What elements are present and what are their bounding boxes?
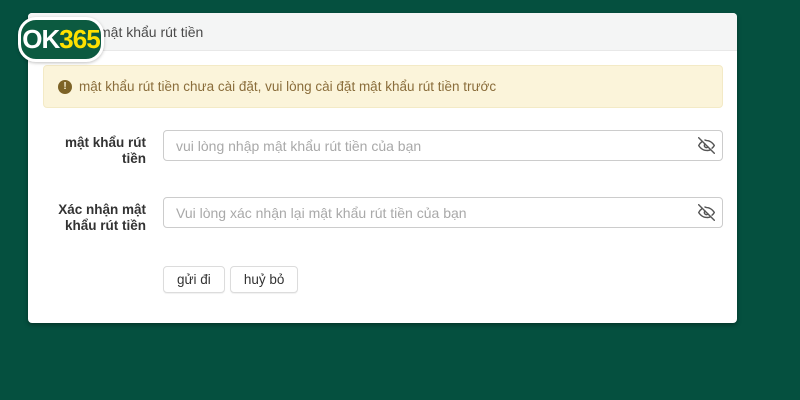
password-field-row: mật khẩu rút tiền (43, 130, 723, 167)
exclamation-circle-icon: ! (58, 80, 72, 94)
confirm-password-field-row: Xác nhận mật khẩu rút tiền (43, 197, 723, 234)
cancel-button[interactable]: huỷ bỏ (230, 266, 299, 293)
withdrawal-password-card: mật khẩu rút tiền ! mật khẩu rút tiền ch… (28, 13, 737, 323)
confirm-password-input-wrap (163, 197, 723, 228)
confirm-password-label: Xác nhận mật khẩu rút tiền (43, 197, 146, 234)
card-header: mật khẩu rút tiền (28, 13, 737, 51)
password-label: mật khẩu rút tiền (43, 130, 146, 167)
logo-text-365: 365 (59, 24, 99, 55)
warning-alert: ! mật khẩu rút tiền chưa cài đặt, vui lò… (43, 65, 723, 108)
submit-button[interactable]: gửi đi (163, 266, 225, 293)
brand-logo: OK365 (18, 17, 104, 62)
page-title: mật khẩu rút tiền (99, 24, 203, 40)
password-input-wrap (163, 130, 723, 161)
alert-message: mật khẩu rút tiền chưa cài đặt, vui lòng… (79, 79, 496, 94)
form-actions: gửi đi huỷ bỏ (163, 266, 298, 293)
password-input[interactable] (163, 130, 723, 161)
confirm-password-input[interactable] (163, 197, 723, 228)
eye-slash-icon[interactable] (697, 204, 715, 222)
logo-text-ok: OK (22, 24, 59, 55)
eye-slash-icon[interactable] (697, 137, 715, 155)
